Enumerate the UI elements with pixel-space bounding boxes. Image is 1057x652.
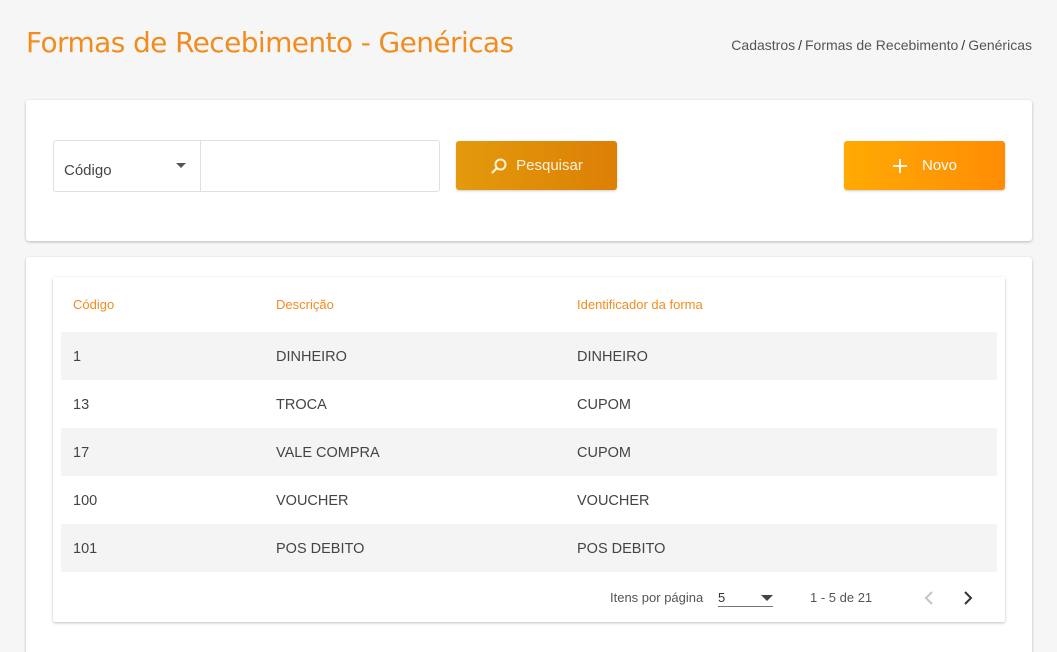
dropdown-arrow-icon [761,595,773,601]
paginator: Itens por página 5 1 - 5 de 21 [53,579,1005,619]
chevron-left-icon [923,590,935,609]
table-header: Código Descrição Identificador da forma [61,277,997,332]
column-header-identificador[interactable]: Identificador da forma [577,297,703,312]
breadcrumb: Cadastros / Formas de Recebimento / Genérica… [731,37,1032,53]
cell-codigo: 100 [73,493,98,509]
search-button-label: Pesquisar [516,157,583,174]
breadcrumb-separator: / [798,37,802,53]
breadcrumb-item-genericas: Genéricas [968,37,1032,53]
cell-codigo: 17 [73,445,90,461]
cell-codigo: 13 [73,397,90,413]
table-row[interactable]: 1 DINHEIRO DINHEIRO [61,332,997,380]
cell-codigo: 101 [73,541,98,557]
breadcrumb-item-cadastros[interactable]: Cadastros [731,37,795,53]
table-row[interactable]: 100 VOUCHER VOUCHER [61,476,997,524]
plus-icon [892,158,908,174]
cell-identificador: POS DEBITO [577,541,666,557]
page-title: Formas de Recebimento - Genéricas [26,26,514,59]
results-card: Código Descrição Identificador da forma … [26,257,1032,652]
page-size-value: 5 [718,590,726,605]
results-table: Código Descrição Identificador da forma … [53,277,1005,622]
cell-identificador: DINHEIRO [577,349,648,365]
chevron-right-icon [962,590,974,609]
dropdown-arrow-icon [176,163,186,168]
cell-descricao: POS DEBITO [276,541,365,557]
cell-descricao: TROCA [276,397,327,413]
filter-select-value: Código [64,162,112,179]
items-per-page-label: Itens por página [610,590,704,605]
page-size-select[interactable]: 5 [718,587,773,607]
search-input[interactable] [200,140,440,192]
column-header-codigo[interactable]: Código [73,297,114,312]
cell-identificador: VOUCHER [577,493,650,509]
new-button[interactable]: Novo [844,141,1005,190]
cell-descricao: VALE COMPRA [276,445,380,461]
column-header-descricao[interactable]: Descrição [276,297,334,312]
cell-descricao: DINHEIRO [276,349,347,365]
cell-identificador: CUPOM [577,397,631,413]
page-range: 1 - 5 de 21 [810,590,873,605]
filter-select[interactable]: Código [53,140,200,192]
breadcrumb-item-formas[interactable]: Formas de Recebimento [805,37,958,53]
previous-page-button[interactable] [917,587,941,611]
cell-codigo: 1 [73,349,82,365]
next-page-button[interactable] [956,587,980,611]
table-row[interactable]: 101 POS DEBITO POS DEBITO [61,524,997,572]
magnifier-icon [490,157,508,175]
search-card: Código Pesquisar Novo [26,100,1032,241]
table-row[interactable]: 13 TROCA CUPOM [61,380,997,428]
breadcrumb-separator: / [961,37,966,53]
cell-identificador: CUPOM [577,445,631,461]
cell-descricao: VOUCHER [276,493,349,509]
table-row[interactable]: 17 VALE COMPRA CUPOM [61,428,997,476]
search-button[interactable]: Pesquisar [456,141,617,190]
new-button-label: Novo [921,157,958,174]
